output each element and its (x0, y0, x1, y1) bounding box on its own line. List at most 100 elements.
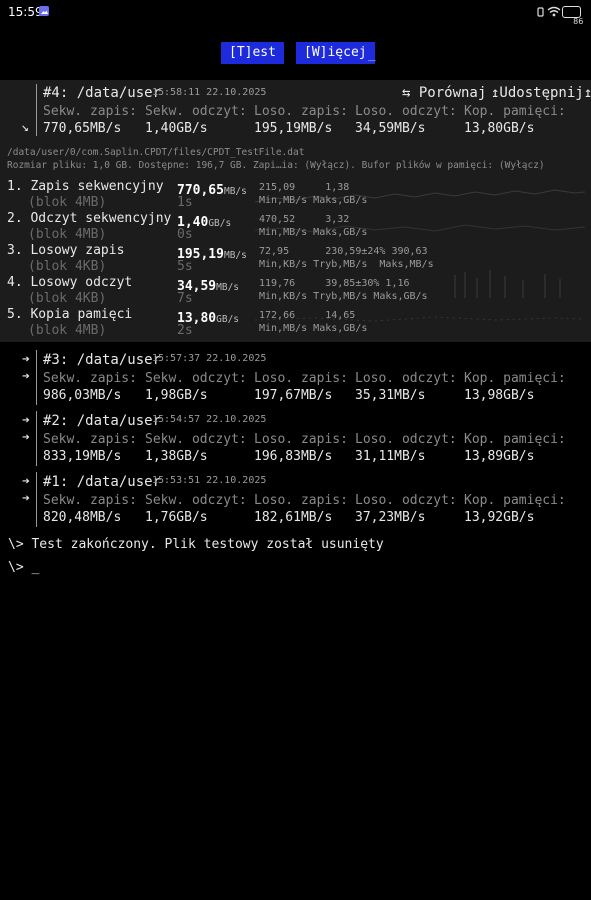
test-stats-values: 172,66 14,65 (259, 310, 356, 321)
test-stats-labels: Min,MB/s Maks,GB/s (259, 227, 368, 238)
test-button[interactable]: [T]est (221, 42, 284, 64)
active-run-panel[interactable]: ↘ #4: /data/user 15:58:11 22.10.2025 ⇆ P… (0, 80, 591, 342)
expand-arrow-icon[interactable]: ➔ (22, 474, 30, 489)
test-result-unit: MB/s (223, 186, 247, 197)
test-block: (blok 4MB) (28, 227, 107, 242)
test-duration: 0s (177, 227, 193, 242)
value-rand-read: 35,31MB/s (355, 388, 426, 403)
value-mem-copy: 13,80GB/s (464, 121, 535, 136)
toolbar-cursor: _ (368, 47, 376, 62)
test-settings-info: Rozmiar pliku: 1,0 GB. Dostępne: 196,7 G… (7, 160, 545, 171)
header-seq-write: Sekw. zapis: (43, 493, 137, 508)
status-time: 15:59 (8, 5, 43, 19)
header-rand-write: Loso. zapis: (254, 493, 348, 508)
run-time: 15:58:11 22.10.2025 (152, 87, 267, 98)
console-prompt[interactable]: \> _ (8, 560, 39, 575)
test-result-unit: MB/s (223, 250, 247, 261)
test-result-unit: GB/s (208, 218, 232, 229)
run-time: 15:53:51 22.10.2025 (152, 475, 267, 486)
value-mem-copy: 13,98GB/s (464, 388, 535, 403)
battery-icon: 86 (562, 6, 583, 26)
console-message: \> Test zakończony. Plik testowy został … (8, 537, 384, 552)
test-block: (blok 4MB) (28, 195, 107, 210)
test-stats-labels: Min,KB/s Tryb,MB/s Maks,GB/s (259, 291, 428, 302)
run-time: 15:54:57 22.10.2025 (152, 414, 267, 425)
value-seq-write: 770,65MB/s (43, 121, 122, 136)
header-seq-read: Sekw. odczyt: (145, 493, 247, 508)
test-stats-values: 72,95 230,59±24% 390,63 (259, 246, 428, 257)
battery-level: 86 (573, 17, 584, 26)
header-mem-copy: Kop. pamięci: (464, 104, 566, 119)
expand-arrow-icon[interactable]: ➔ (22, 491, 30, 506)
header-rand-read: Loso. odczyt: (355, 104, 457, 119)
header-seq-write: Sekw. zapis: (43, 432, 137, 447)
test-result-unit: GB/s (216, 314, 240, 325)
run-title: #4: /data/user (43, 85, 162, 101)
expand-arrow-icon[interactable]: ➔ (22, 369, 30, 384)
expand-arrow-icon[interactable]: ➔ (22, 352, 30, 367)
share-button[interactable]: ↥Udostępnij↥ (491, 85, 591, 101)
run-title: #3: /data/user (43, 352, 162, 368)
more-button[interactable]: [W]ięcej (296, 42, 375, 64)
test-block: (blok 4KB) (28, 291, 107, 306)
header-rand-write: Loso. zapis: (254, 104, 348, 119)
gallery-notification-icon (39, 6, 49, 16)
status-bar: 15:59 86 (0, 0, 591, 26)
header-rand-read: Loso. odczyt: (355, 432, 457, 447)
test-name: 4. Losowy odczyt (7, 275, 133, 290)
test-stats-labels: Min,KB/s Tryb,MB/s Maks,MB/s (259, 259, 434, 270)
header-seq-write: Sekw. zapis: (43, 371, 137, 386)
compare-button[interactable]: ⇆ Porównaj (402, 85, 486, 101)
run-title: #1: /data/user (43, 474, 162, 490)
header-seq-read: Sekw. odczyt: (145, 104, 247, 119)
test-block: (blok 4KB) (28, 259, 107, 274)
header-mem-copy: Kop. pamięci: (464, 493, 566, 508)
wifi-icon (547, 6, 561, 17)
header-seq-read: Sekw. odczyt: (145, 432, 247, 447)
header-rand-read: Loso. odczyt: (355, 493, 457, 508)
header-rand-read: Loso. odczyt: (355, 371, 457, 386)
vibrate-icon (537, 7, 544, 17)
test-file-path: /data/user/0/com.Saplin.CPDT/files/CPDT_… (7, 147, 305, 158)
test-stats-values: 215,09 1,38 (259, 182, 350, 193)
value-rand-write: 197,67MB/s (254, 388, 333, 403)
value-rand-write: 182,61MB/s (254, 510, 333, 525)
header-mem-copy: Kop. pamięci: (464, 432, 566, 447)
test-stats-labels: Min,MB/s Maks,GB/s (259, 323, 368, 334)
test-stats-values: 470,52 3,32 (259, 214, 350, 225)
header-mem-copy: Kop. pamięci: (464, 371, 566, 386)
value-rand-read: 37,23MB/s (355, 510, 426, 525)
value-rand-write: 195,19MB/s (254, 121, 333, 136)
expand-arrow-icon[interactable]: ➔ (22, 430, 30, 445)
test-name: 1. Zapis sekwencyjny (7, 179, 164, 194)
value-rand-read: 31,11MB/s (355, 449, 426, 464)
test-block: (blok 4MB) (28, 323, 107, 338)
value-seq-read: 1,76GB/s (145, 510, 208, 525)
test-stats-labels: Min,MB/s Maks,GB/s (259, 195, 368, 206)
test-stats-values: 119,76 39,85±30% 1,16 (259, 278, 410, 289)
test-duration: 1s (177, 195, 193, 210)
value-seq-write: 833,19MB/s (43, 449, 122, 464)
header-rand-write: Loso. zapis: (254, 371, 348, 386)
value-rand-write: 196,83MB/s (254, 449, 333, 464)
run-title: #2: /data/user (43, 413, 162, 429)
test-name: 3. Losowy zapis (7, 243, 125, 258)
value-seq-read: 1,98GB/s (145, 388, 208, 403)
value-seq-read: 1,40GB/s (145, 121, 208, 136)
run-time: 15:57:37 22.10.2025 (152, 353, 267, 364)
header-seq-read: Sekw. odczyt: (145, 371, 247, 386)
value-mem-copy: 13,92GB/s (464, 510, 535, 525)
value-mem-copy: 13,89GB/s (464, 449, 535, 464)
test-duration: 5s (177, 259, 193, 274)
collapse-arrow-icon[interactable]: ↘ (21, 120, 29, 135)
test-result-unit: MB/s (216, 282, 240, 293)
test-name: 2. Odczyt sekwencyjny (7, 211, 172, 226)
value-seq-write: 820,48MB/s (43, 510, 122, 525)
test-duration: 7s (177, 291, 193, 306)
header-rand-write: Loso. zapis: (254, 432, 348, 447)
test-duration: 2s (177, 323, 193, 338)
test-name: 5. Kopia pamięci (7, 307, 133, 322)
expand-arrow-icon[interactable]: ➔ (22, 413, 30, 428)
header-seq-write: Sekw. zapis: (43, 104, 137, 119)
value-seq-write: 986,03MB/s (43, 388, 122, 403)
